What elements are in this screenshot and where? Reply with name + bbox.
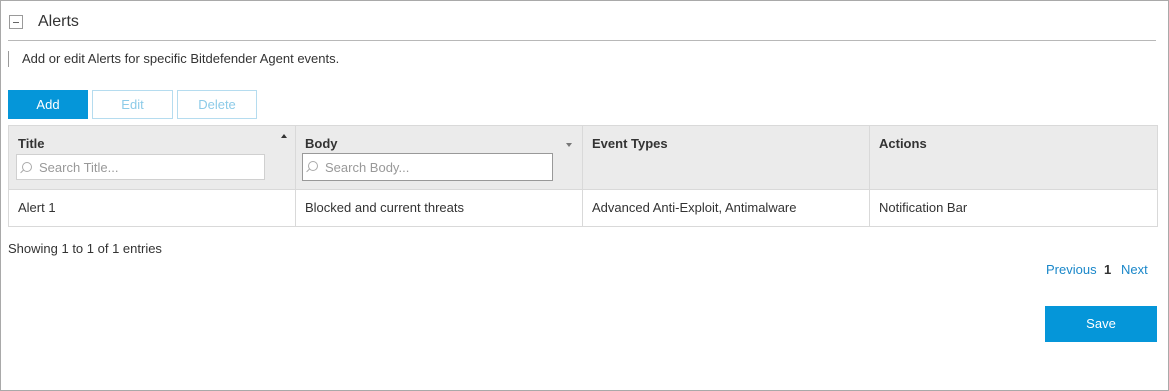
column-body[interactable]: Body (295, 125, 583, 190)
body-search-input[interactable] (321, 154, 549, 180)
table-row[interactable]: Alert 1 Blocked and current threats Adva… (8, 189, 1158, 227)
body-search-box (302, 153, 553, 181)
search-icon (308, 161, 318, 171)
column-event-types-label: Event Types (592, 136, 668, 151)
section-title: Alerts (38, 13, 79, 30)
pagination-current-page[interactable]: 1 (1104, 262, 1111, 277)
sort-descending-icon[interactable] (566, 143, 572, 147)
save-button[interactable]: Save (1045, 306, 1157, 342)
edit-button[interactable]: Edit (92, 90, 173, 119)
column-event-types[interactable]: Event Types (582, 125, 870, 190)
delete-button[interactable]: Delete (177, 90, 257, 119)
section-header: Alerts (8, 10, 1156, 41)
cell-title[interactable]: Alert 1 (8, 189, 296, 227)
column-title[interactable]: Title (8, 125, 296, 190)
table-header-row: Title Body Event Types Actions (8, 125, 1158, 190)
collapse-icon[interactable] (9, 15, 23, 29)
cell-event-types: Advanced Anti-Exploit, Antimalware (582, 189, 870, 227)
section-description: Add or edit Alerts for specific Bitdefen… (8, 51, 339, 67)
entries-info: Showing 1 to 1 of 1 entries (8, 241, 162, 256)
title-search-box (16, 154, 265, 180)
column-actions: Actions (869, 125, 1158, 190)
title-search-input[interactable] (35, 155, 263, 179)
pagination-next[interactable]: Next (1121, 262, 1148, 277)
pagination-previous[interactable]: Previous (1046, 262, 1097, 277)
cell-body: Blocked and current threats (295, 189, 583, 227)
add-button[interactable]: Add (8, 90, 88, 119)
column-actions-label: Actions (879, 136, 927, 151)
sort-ascending-icon[interactable] (281, 134, 287, 138)
alerts-table: Title Body Event Types Actions (8, 125, 1158, 227)
search-icon (22, 162, 32, 172)
column-title-label: Title (18, 136, 45, 151)
cell-actions: Notification Bar (869, 189, 1158, 227)
column-body-label: Body (305, 136, 338, 151)
